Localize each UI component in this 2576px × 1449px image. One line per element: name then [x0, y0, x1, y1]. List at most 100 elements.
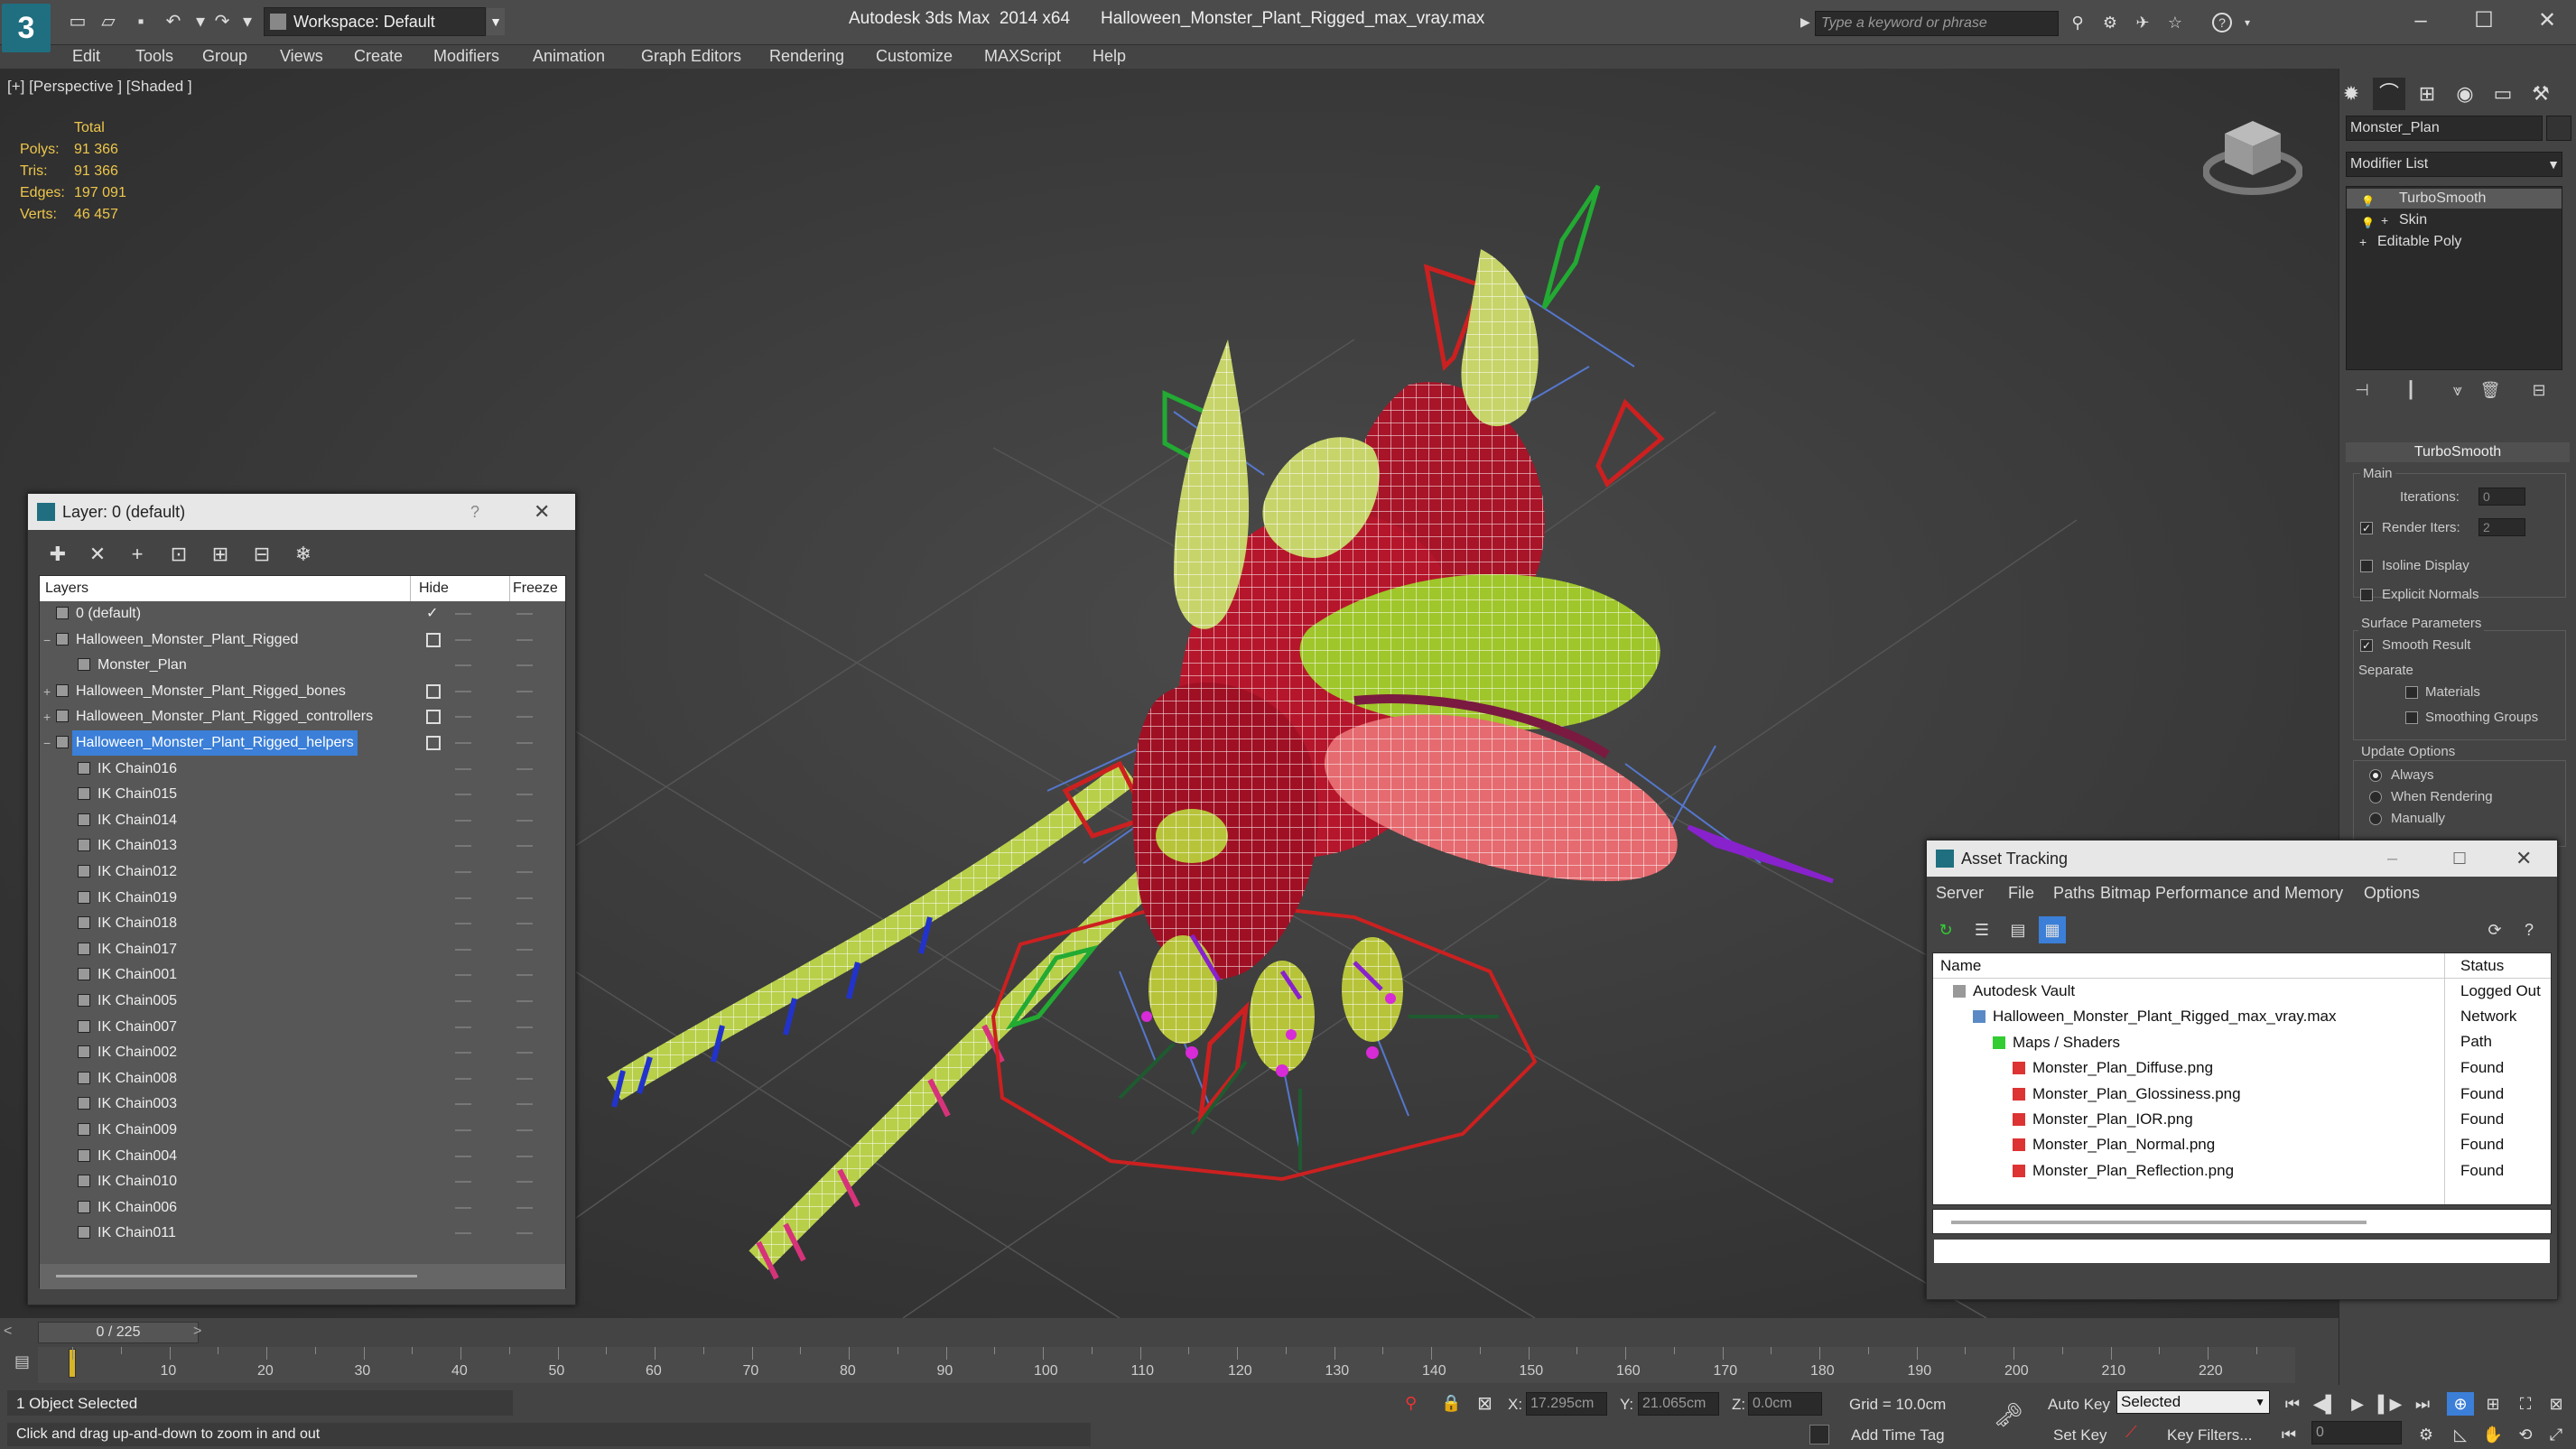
- isoline-display-checkbox[interactable]: [2360, 560, 2373, 572]
- materials-checkbox[interactable]: [2405, 686, 2418, 699]
- render-toggle[interactable]: [455, 794, 471, 796]
- show-end-result-icon[interactable]: ┃: [2400, 381, 2422, 403]
- layer-name[interactable]: IK Chain005: [98, 989, 177, 1014]
- column-freeze[interactable]: Freeze: [513, 576, 558, 601]
- explicit-normals-checkbox[interactable]: [2360, 589, 2373, 601]
- iterations-spinner[interactable]: 0: [2478, 488, 2525, 506]
- smoothing-groups-checkbox[interactable]: [2405, 711, 2418, 724]
- freeze-toggle[interactable]: [516, 1077, 533, 1080]
- hide-toggle[interactable]: [426, 710, 441, 725]
- layer-row[interactable]: − Halloween_Monster_Plant_Rigged_helpers: [40, 730, 565, 756]
- freeze-toggle[interactable]: [516, 1232, 533, 1235]
- asset-row[interactable]: Monster_Plan_Normal.png Found: [1933, 1132, 2551, 1157]
- zoom-all-icon[interactable]: ⊞: [2479, 1392, 2506, 1416]
- layer-name[interactable]: IK Chain018: [98, 911, 177, 936]
- absolute-mode-icon[interactable]: ⊠: [1477, 1392, 1493, 1415]
- render-iters-spinner[interactable]: 2: [2478, 518, 2525, 536]
- undo-icon[interactable]: ↶: [163, 11, 184, 33]
- render-toggle[interactable]: [455, 690, 471, 692]
- layer-row[interactable]: IK Chain001: [40, 962, 565, 988]
- layer-row[interactable]: Monster_Plan: [40, 653, 565, 678]
- update-manually-radio[interactable]: [2369, 813, 2382, 825]
- open-file-icon[interactable]: ▱: [98, 11, 119, 33]
- create-tab-icon[interactable]: ✹: [2335, 78, 2367, 110]
- menu-views[interactable]: Views: [280, 47, 323, 66]
- layer-row[interactable]: IK Chain016: [40, 757, 565, 782]
- layer-name[interactable]: IK Chain016: [98, 757, 177, 782]
- layer-name[interactable]: IK Chain001: [98, 962, 177, 988]
- menu-create[interactable]: Create: [354, 47, 403, 66]
- layer-name[interactable]: IK Chain003: [98, 1091, 177, 1117]
- layer-name[interactable]: IK Chain011: [98, 1221, 176, 1246]
- hide-all-layers-icon[interactable]: ⊟: [248, 541, 275, 568]
- render-toggle[interactable]: [455, 742, 471, 744]
- render-toggle[interactable]: [455, 767, 471, 770]
- delete-layer-icon[interactable]: ✕: [84, 541, 111, 568]
- mini-curve-editor-icon[interactable]: ▤: [14, 1352, 38, 1376]
- asset-row[interactable]: Monster_Plan_Glossiness.png Found: [1933, 1082, 2551, 1107]
- layer-name[interactable]: Monster_Plan: [98, 653, 187, 678]
- lock-selection-icon[interactable]: 🔒: [1441, 1394, 1461, 1413]
- layer-name[interactable]: Halloween_Monster_Plant_Rigged_helpers: [72, 730, 358, 756]
- asset-menu-bitmap-performance[interactable]: Bitmap Performance and Memory: [2100, 880, 2343, 906]
- freeze-toggle[interactable]: [516, 767, 533, 770]
- current-frame-field[interactable]: 0: [2311, 1421, 2402, 1444]
- layer-row[interactable]: IK Chain004: [40, 1144, 565, 1169]
- chevron-down-icon[interactable]: ▼: [487, 8, 505, 35]
- freeze-all-layers-icon[interactable]: ❄: [290, 541, 317, 568]
- layer-name[interactable]: IK Chain008: [98, 1066, 177, 1091]
- layer-name[interactable]: Halloween_Monster_Plant_Rigged_controlle…: [76, 704, 373, 729]
- freeze-toggle[interactable]: [516, 1206, 533, 1209]
- field-of-view-icon[interactable]: ◺: [2447, 1423, 2474, 1446]
- update-always-radio[interactable]: [2369, 769, 2382, 782]
- freeze-toggle[interactable]: [516, 638, 533, 641]
- new-layer-icon[interactable]: ✚: [44, 541, 71, 568]
- stack-item-editable-poly[interactable]: + Editable Poly: [2347, 232, 2562, 252]
- zoom-extents-icon[interactable]: ⛶: [2512, 1392, 2539, 1416]
- layer-name[interactable]: IK Chain013: [98, 833, 177, 859]
- layer-name[interactable]: IK Chain014: [98, 808, 177, 833]
- render-toggle[interactable]: [455, 613, 471, 615]
- communication-icon[interactable]: ✈: [2133, 13, 2153, 33]
- asset-row[interactable]: Monster_Plan_Diffuse.png Found: [1933, 1055, 2551, 1081]
- render-toggle[interactable]: [455, 819, 471, 822]
- maximize-icon[interactable]: ☐: [2452, 841, 2467, 877]
- menu-edit[interactable]: Edit: [72, 47, 100, 66]
- asset-help-icon[interactable]: ?: [2516, 916, 2543, 943]
- rollout-turbosmooth[interactable]: TurboSmooth: [2346, 442, 2570, 462]
- menu-animation[interactable]: Animation: [533, 47, 605, 66]
- freeze-toggle[interactable]: [516, 974, 533, 977]
- layer-name[interactable]: Halloween_Monster_Plant_Rigged: [76, 627, 298, 653]
- pan-icon[interactable]: ✋: [2479, 1423, 2506, 1446]
- remove-modifier-icon[interactable]: 🗑: [2479, 381, 2501, 403]
- asset-hscrollbar[interactable]: [1932, 1209, 2552, 1234]
- search-input[interactable]: Type a keyword or phrase: [1815, 11, 2059, 36]
- freeze-toggle[interactable]: [516, 819, 533, 822]
- display-tab-icon[interactable]: ▭: [2487, 78, 2519, 110]
- close-icon[interactable]: ✕: [534, 494, 550, 530]
- time-next-icon[interactable]: >: [193, 1324, 201, 1340]
- binoculars-icon[interactable]: ⚲: [2068, 13, 2088, 33]
- layer-row[interactable]: IK Chain007: [40, 1015, 565, 1040]
- workspace-dropdown[interactable]: Workspace: Default ▼: [264, 7, 505, 36]
- render-toggle[interactable]: [455, 716, 471, 719]
- render-toggle[interactable]: [455, 974, 471, 977]
- time-tag-toggle-icon[interactable]: [1809, 1425, 1829, 1444]
- layer-row[interactable]: IK Chain002: [40, 1040, 565, 1065]
- render-toggle[interactable]: [455, 1129, 471, 1131]
- expand-plus-icon[interactable]: +: [2359, 232, 2367, 252]
- pin-stack-icon[interactable]: ⊣: [2351, 381, 2373, 403]
- render-toggle[interactable]: [455, 948, 471, 951]
- asset-menu-options[interactable]: Options: [2364, 880, 2420, 906]
- layer-row[interactable]: IK Chain009: [40, 1118, 565, 1143]
- x-coordinate-field[interactable]: 17.295cm: [1526, 1392, 1607, 1416]
- go-to-start-icon[interactable]: ⏮: [2279, 1392, 2306, 1416]
- layer-row[interactable]: IK Chain019: [40, 886, 565, 911]
- render-toggle[interactable]: [455, 1181, 471, 1184]
- render-toggle[interactable]: [455, 1077, 471, 1080]
- render-iters-checkbox[interactable]: ✓: [2360, 522, 2373, 534]
- key-selection-dropdown[interactable]: Selected ▼: [2116, 1390, 2270, 1414]
- freeze-toggle[interactable]: [516, 1052, 533, 1054]
- render-toggle[interactable]: [455, 664, 471, 667]
- key-mode-icon[interactable]: ⟋: [2125, 1423, 2145, 1444]
